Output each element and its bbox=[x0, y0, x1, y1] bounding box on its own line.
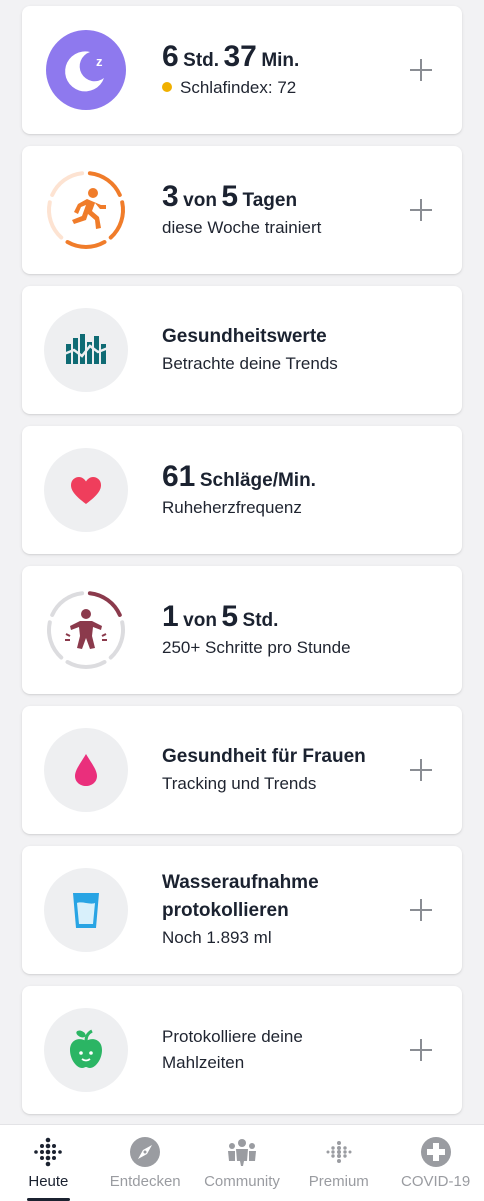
drop-icon bbox=[44, 728, 128, 812]
moon-sleep-icon: z bbox=[46, 30, 126, 110]
active-hours-unit: Std. bbox=[242, 610, 279, 631]
exercise-subtitle: diese Woche trainiert bbox=[162, 218, 322, 237]
add-exercise-button[interactable] bbox=[410, 199, 432, 221]
exercise-ring-segment bbox=[65, 240, 107, 249]
exercise-unit: Tagen bbox=[242, 190, 298, 211]
fitbit-dots-icon bbox=[34, 1137, 63, 1167]
nav-covid-label: COVID-19 bbox=[400, 1173, 471, 1190]
sleep-card[interactable]: z 6 Std. 37 Min. Schlafindex: 72 bbox=[22, 6, 462, 134]
active-ring-segment bbox=[65, 660, 107, 669]
exercise-of: von bbox=[183, 190, 217, 211]
active-ring-segment bbox=[108, 620, 125, 660]
sleep-score-dot bbox=[162, 81, 172, 92]
exercise-ring-segment bbox=[47, 200, 64, 240]
female-health-title: Gesundheit für Frauen bbox=[162, 746, 366, 767]
active-hours-of: von bbox=[183, 610, 217, 631]
female-health-subtitle: Tracking und Trends bbox=[162, 774, 317, 793]
exercise-card[interactable]: 3 von 5 Tagen diese Woche trainiert bbox=[22, 146, 462, 274]
svg-text:z: z bbox=[96, 54, 103, 69]
water-title-line2: protokollieren bbox=[162, 900, 289, 921]
medical-cross-icon bbox=[420, 1137, 451, 1167]
female-health-card[interactable]: Gesundheit für Frauen Tracking und Trend… bbox=[22, 706, 462, 834]
sleep-minutes: 37 bbox=[223, 40, 257, 73]
add-sleep-button[interactable] bbox=[410, 59, 432, 81]
community-icon bbox=[227, 1139, 256, 1166]
nav-premium-label: Premium bbox=[308, 1173, 369, 1190]
heart-rate-subtitle: Ruheherzfrequenz bbox=[162, 498, 302, 517]
exercise-days: 3 bbox=[162, 180, 179, 213]
bottom-navigation: Heute Entdecken Community Premium COVID-… bbox=[0, 1124, 484, 1201]
active-hours-card[interactable]: 1 von 5 Std. 250+ Schritte pro Stunde bbox=[22, 566, 462, 694]
nav-today-label: Heute bbox=[28, 1173, 69, 1190]
food-line1: Protokolliere deine bbox=[162, 1027, 303, 1046]
nav-premium[interactable]: Premium bbox=[290, 1125, 387, 1201]
food-card[interactable]: Protokolliere deine Mahlzeiten bbox=[22, 986, 462, 1114]
sleep-hours-unit: Std. bbox=[183, 50, 220, 71]
active-ring-segment bbox=[47, 620, 64, 660]
water-glass-icon bbox=[44, 868, 128, 952]
active-hours-value: 1 bbox=[162, 600, 179, 633]
running-icon bbox=[44, 168, 128, 252]
add-female-health-button[interactable] bbox=[410, 759, 432, 781]
nav-discover-label: Entdecken bbox=[109, 1173, 181, 1190]
health-bars-icon bbox=[44, 308, 128, 392]
food-line2: Mahlzeiten bbox=[162, 1053, 245, 1072]
nav-today[interactable]: Heute bbox=[0, 1125, 97, 1201]
active-hours-goal: 5 bbox=[221, 600, 239, 633]
premium-dots-icon bbox=[326, 1141, 352, 1163]
health-metrics-title: Gesundheitswerte bbox=[162, 326, 327, 347]
add-water-button[interactable] bbox=[410, 899, 432, 921]
add-food-button[interactable] bbox=[410, 1039, 432, 1061]
heart-rate-card[interactable]: 61 Schläge/Min. Ruheherzfrequenz bbox=[22, 426, 462, 554]
sleep-score: Schlafindex: 72 bbox=[180, 78, 297, 97]
nav-covid[interactable]: COVID-19 bbox=[387, 1125, 484, 1201]
water-subtitle: Noch 1.893 ml bbox=[162, 928, 272, 947]
nav-community[interactable]: Community bbox=[194, 1125, 291, 1201]
health-metrics-subtitle: Betrachte deine Trends bbox=[162, 354, 338, 373]
standing-person-icon bbox=[44, 588, 128, 672]
heart-rate-unit: Schläge/Min. bbox=[199, 470, 316, 491]
exercise-goal: 5 bbox=[221, 180, 239, 213]
sleep-hours: 6 bbox=[162, 40, 179, 73]
heart-rate-value: 61 bbox=[162, 460, 196, 493]
water-card[interactable]: Wasseraufnahme protokollieren Noch 1.893… bbox=[22, 846, 462, 974]
active-ring-segment bbox=[87, 591, 122, 617]
heart-icon bbox=[44, 448, 128, 532]
water-title-line1: Wasseraufnahme bbox=[162, 872, 319, 893]
active-hours-subtitle: 250+ Schritte pro Stunde bbox=[162, 638, 351, 657]
health-metrics-card[interactable]: Gesundheitswerte Betrachte deine Trends bbox=[22, 286, 462, 414]
active-ring-segment bbox=[50, 591, 85, 617]
apple-icon bbox=[44, 1008, 128, 1092]
nav-discover[interactable]: Entdecken bbox=[97, 1125, 194, 1201]
sleep-minutes-unit: Min. bbox=[261, 50, 300, 71]
compass-icon bbox=[130, 1137, 161, 1167]
nav-community-label: Community bbox=[204, 1173, 280, 1190]
exercise-ring-segment bbox=[50, 171, 85, 197]
exercise-ring-segment bbox=[108, 200, 125, 240]
